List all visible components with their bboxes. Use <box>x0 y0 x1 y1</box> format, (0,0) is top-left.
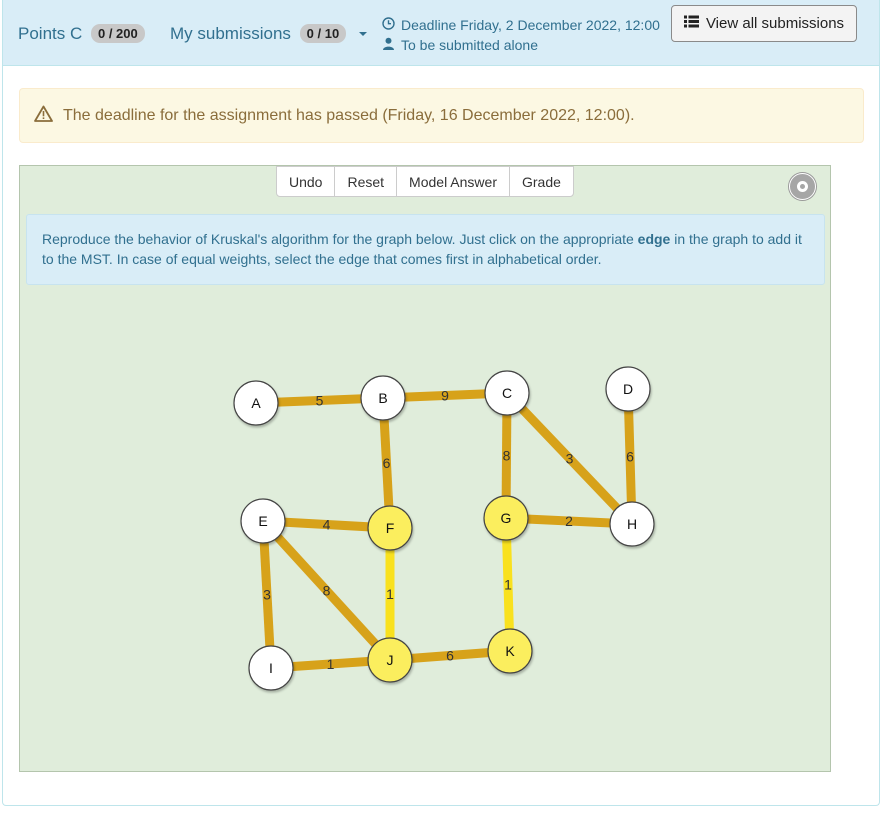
graph-edges: 5 9 6 8 3 6 4 3 8 1 2 1 1 6 <box>255 388 637 673</box>
edge-weight-label: 1 <box>327 656 335 672</box>
deadline-passed-alert: The deadline for the assignment has pass… <box>19 88 864 143</box>
view-all-submissions-button[interactable]: View all submissions <box>671 5 857 42</box>
edge-weight-label: 1 <box>504 577 512 593</box>
deadline-text: Deadline Friday, 2 December 2022, 12:00 <box>401 17 660 33</box>
edge-weight-label: 1 <box>386 586 394 602</box>
edge-weight-label: 8 <box>323 583 331 599</box>
points-display: Points C 0 / 200 <box>18 24 145 44</box>
submissions-label: My submissions <box>170 24 291 43</box>
graph-node-e: E <box>240 498 286 544</box>
edge-weight-label: 3 <box>566 451 574 467</box>
graph-node-f: F <box>367 505 413 551</box>
edge-weight-label: 3 <box>263 587 271 603</box>
deadline-info: Deadline Friday, 2 December 2022, 12:00 … <box>381 15 660 55</box>
node-label: K <box>505 643 515 659</box>
node-label: H <box>627 516 637 532</box>
node-label: G <box>501 510 512 526</box>
view-all-label: View all submissions <box>705 15 845 32</box>
node-label: B <box>378 390 387 406</box>
caret-down-icon <box>358 32 367 36</box>
points-badge: 0 / 200 <box>90 24 145 43</box>
node-label: J <box>387 652 394 668</box>
points-label: Points C <box>18 24 83 43</box>
graph-node-j: J <box>367 637 413 683</box>
edge-weight-label: 2 <box>565 513 573 529</box>
graph-node-a: A <box>233 380 279 426</box>
node-label: F <box>386 520 395 536</box>
edge-weight-label: 8 <box>503 448 511 464</box>
node-label: C <box>502 385 512 401</box>
node-label: D <box>623 381 633 397</box>
list-icon <box>683 15 699 32</box>
edge-weight-label: 6 <box>626 449 634 465</box>
node-label: A <box>251 395 261 411</box>
graph-node-b: B <box>360 375 406 421</box>
graph-canvas: 5 9 6 8 3 6 4 3 8 1 2 1 1 6 A B C D E F G H I J K <box>233 366 655 691</box>
node-label: I <box>269 660 273 676</box>
edge-weight-label: 9 <box>441 388 449 404</box>
edge-weight-label: 6 <box>383 455 391 471</box>
my-submissions-dropdown[interactable]: My submissions 0 / 10 <box>170 24 367 44</box>
submissions-badge: 0 / 10 <box>299 24 347 43</box>
graph-node-k: K <box>487 628 533 674</box>
edge-weight-label: 4 <box>323 517 331 533</box>
graph-node-i: I <box>248 645 294 691</box>
graph-node-d: D <box>605 366 651 412</box>
node-label: E <box>258 513 267 529</box>
submit-mode-text: To be submitted alone <box>401 37 538 53</box>
graph-node-h: H <box>609 501 655 547</box>
exercise-container: Undo Reset Model Answer Grade Reproduce … <box>19 165 831 772</box>
alert-text: The deadline for the assignment has pass… <box>63 106 635 124</box>
graph-nodes: A B C D E F G H I J K <box>233 366 655 691</box>
clock-icon <box>381 15 395 35</box>
graph-node-g: G <box>483 495 529 541</box>
edge-weight-label: 5 <box>316 393 324 409</box>
user-icon <box>381 35 395 55</box>
graph-node-c: C <box>484 370 530 416</box>
warning-icon <box>34 105 53 127</box>
edge-weight-label: 6 <box>446 648 454 664</box>
